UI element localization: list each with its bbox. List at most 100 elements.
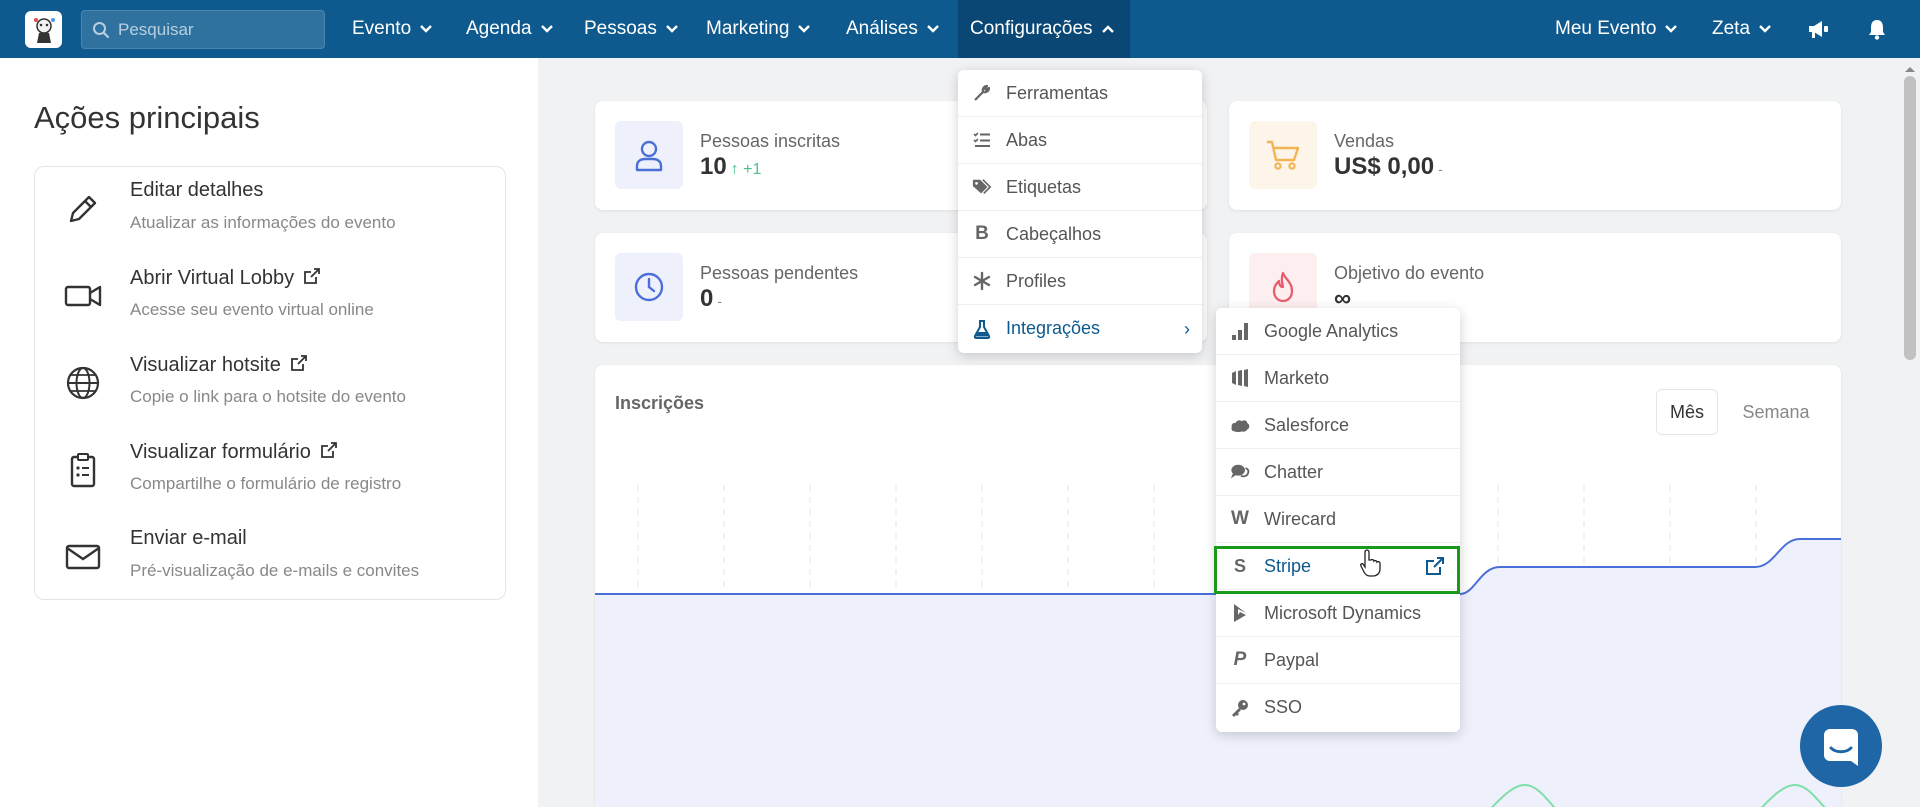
stat-label: Objetivo do evento (1334, 263, 1485, 283)
globe-icon (66, 366, 100, 400)
key-icon (1232, 699, 1248, 717)
dynamics-icon (1234, 604, 1246, 622)
action-title: Enviar e-mail (130, 527, 247, 549)
nav-meu-evento[interactable]: Meu Evento (1543, 0, 1690, 58)
nav-marketing[interactable]: Marketing (694, 0, 823, 58)
submenu-item-google-analytics[interactable]: Google Analytics (1216, 308, 1460, 355)
submenu-item-paypal[interactable]: P Paypal (1216, 637, 1460, 684)
flask-icon (973, 319, 991, 339)
action-edit-details[interactable]: Editar detalhes Atualizar as informações… (35, 167, 505, 254)
page-scrollbar[interactable] (1900, 58, 1920, 807)
wrench-icon (974, 84, 991, 101)
list-check-icon (973, 132, 990, 147)
top-navigation-bar: Evento Agenda Pessoas Marketing Análises… (0, 0, 1920, 58)
action-title: Visualizar hotsite (130, 353, 309, 377)
bold-icon: B (975, 223, 989, 244)
hand-cursor-icon (1360, 549, 1381, 577)
scrollbar-thumb[interactable] (1904, 76, 1916, 360)
stat-label: Pessoas pendentes (700, 263, 859, 283)
menu-item-etiquetas[interactable]: Etiquetas (958, 164, 1202, 211)
stat-value: 0- (700, 285, 723, 312)
stat-label: Vendas (1334, 131, 1395, 151)
integracoes-submenu: Google Analytics Marketo Salesforce Chat… (1216, 308, 1460, 732)
chevron-down-icon (420, 25, 433, 33)
logo-mascot-icon (33, 17, 55, 43)
stat-value: US$ 0,00- (1334, 153, 1443, 180)
wirecard-icon: W (1231, 508, 1249, 529)
fire-icon (1272, 271, 1294, 303)
stat-icon-box (1249, 121, 1317, 189)
action-send-email[interactable]: Enviar e-mail Pré-visualização de e-mail… (35, 515, 505, 602)
configuracoes-dropdown: Ferramentas Abas Etiquetas B Cabeçalhos … (958, 70, 1202, 353)
stat-delta: ↑ +1 (730, 161, 762, 178)
video-camera-icon (64, 285, 102, 307)
search-icon (93, 21, 110, 38)
asterisk-icon (973, 271, 991, 291)
nav-analises[interactable]: Análises (834, 0, 952, 58)
panel-title: Ações principais (34, 100, 260, 135)
action-view-form[interactable]: Visualizar formulário Compartilhe o form… (35, 428, 505, 515)
action-subtitle: Atualizar as informações do evento (130, 213, 396, 232)
cloud-icon (1231, 420, 1250, 433)
chat-icon (1824, 729, 1858, 766)
stat-icon-box (615, 253, 683, 321)
external-link-icon (304, 268, 321, 284)
submenu-item-chatter[interactable]: Chatter (1216, 449, 1460, 496)
action-title: Editar detalhes (130, 179, 264, 201)
search-input[interactable] (118, 19, 318, 40)
stat-value: 10 ↑ +1 (700, 153, 762, 180)
chevron-up-icon (1101, 25, 1114, 33)
envelope-icon (65, 544, 101, 570)
pencil-icon (69, 195, 97, 223)
menu-item-cabecalhos[interactable]: B Cabeçalhos (958, 211, 1202, 258)
comments-icon (1230, 464, 1250, 479)
action-title: Abrir Virtual Lobby (130, 266, 322, 290)
stat-label: Pessoas inscritas (700, 131, 841, 151)
user-icon (635, 140, 663, 172)
chevron-down-icon (1665, 25, 1678, 33)
submenu-item-microsoft-dynamics[interactable]: Microsoft Dynamics (1216, 590, 1460, 637)
clock-icon (634, 272, 664, 302)
clipboard-icon (70, 453, 96, 488)
submenu-item-salesforce[interactable]: Salesforce (1216, 402, 1460, 449)
external-link-icon (320, 442, 337, 458)
action-view-hotsite[interactable]: Visualizar hotsite Copie o link para o h… (35, 341, 505, 428)
chat-launcher-button[interactable] (1800, 705, 1882, 787)
action-subtitle: Copie o link para o hotsite do evento (130, 387, 406, 406)
nav-agenda[interactable]: Agenda (454, 0, 566, 58)
tags-icon (972, 179, 992, 194)
nav-configuracoes[interactable]: Configurações (958, 0, 1130, 58)
menu-item-abas[interactable]: Abas (958, 117, 1202, 164)
action-subtitle: Compartilhe o formulário de registro (130, 474, 402, 493)
paypal-icon: P (1233, 649, 1247, 670)
bell-icon (1869, 20, 1885, 40)
nav-pessoas[interactable]: Pessoas (572, 0, 691, 58)
menu-item-profiles[interactable]: Profiles (958, 258, 1202, 305)
app-logo[interactable] (25, 11, 62, 48)
submenu-item-wirecard[interactable]: W Wirecard (1216, 496, 1460, 543)
marketo-icon (1232, 369, 1248, 387)
announcements-button[interactable] (1795, 0, 1843, 58)
search-box[interactable] (81, 10, 325, 49)
chevron-down-icon (926, 25, 939, 33)
chevron-right-icon: › (1184, 319, 1190, 339)
notifications-button[interactable] (1855, 0, 1899, 58)
menu-item-integracoes[interactable]: Integrações › (958, 305, 1202, 352)
selection-highlight-stripe (1214, 546, 1460, 594)
submenu-item-sso[interactable]: SSO (1216, 684, 1460, 731)
stat-icon-box (615, 121, 683, 189)
nav-user-zeta[interactable]: Zeta (1700, 0, 1784, 58)
chevron-down-icon (540, 25, 553, 33)
nav-evento[interactable]: Evento (340, 0, 445, 58)
signal-bars-icon (1232, 323, 1248, 340)
submenu-item-marketo[interactable]: Marketo (1216, 355, 1460, 402)
chevron-down-icon (666, 25, 678, 33)
scroll-up-arrow-icon[interactable] (1900, 62, 1920, 76)
action-subtitle: Pré-visualização de e-mails e convites (130, 561, 420, 580)
action-open-virtual-lobby[interactable]: Abrir Virtual Lobby Acesse seu evento vi… (35, 254, 505, 341)
shopping-cart-icon (1267, 140, 1300, 170)
menu-item-ferramentas[interactable]: Ferramentas (958, 70, 1202, 117)
megaphone-icon (1809, 21, 1828, 38)
action-title: Visualizar formulário (130, 440, 339, 464)
chevron-down-icon (798, 25, 811, 33)
